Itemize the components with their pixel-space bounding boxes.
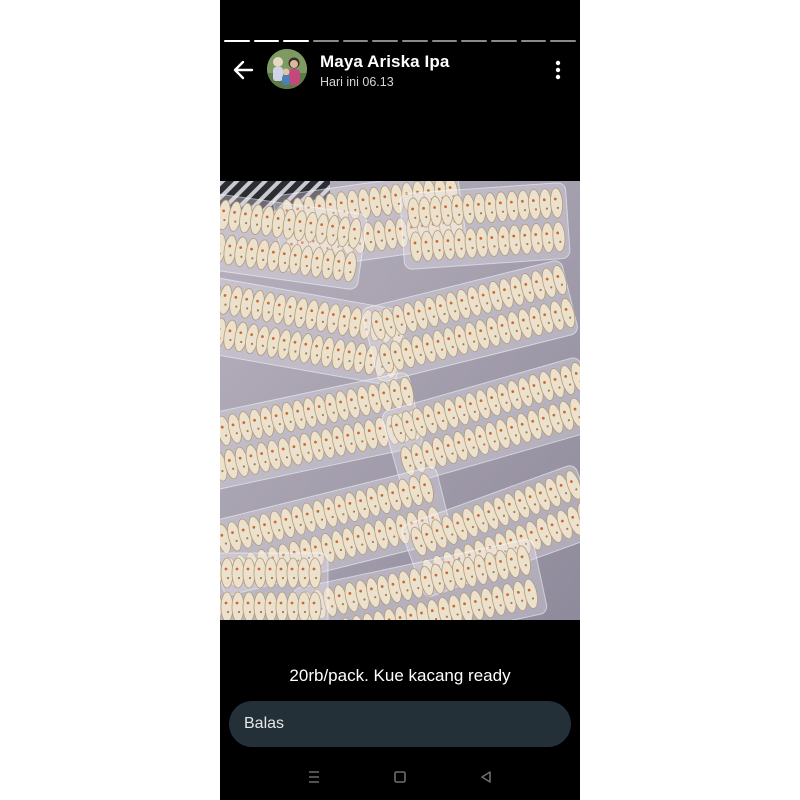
contact-avatar[interactable] (267, 49, 307, 89)
progress-segment (550, 40, 577, 42)
more-vertical-icon (555, 60, 561, 80)
progress-segment (253, 40, 280, 42)
square-icon (394, 771, 406, 783)
progress-segment (313, 40, 339, 42)
progress-segment (372, 40, 399, 42)
progress-segment (402, 40, 428, 42)
home-button[interactable] (390, 768, 410, 786)
progress-segment (461, 40, 488, 42)
contact-name[interactable]: Maya Ariska Ipa (320, 52, 449, 72)
status-caption: 20rb/pack. Kue kacang ready (289, 666, 511, 685)
progress-segment (224, 40, 250, 42)
progress-segment (520, 40, 547, 42)
nav-back-button[interactable] (476, 768, 496, 786)
progress-segment (431, 40, 458, 42)
status-photo (220, 181, 580, 620)
arrow-left-icon (233, 60, 254, 80)
status-header: Maya Ariska Ipa Hari ini 06.13 (220, 48, 580, 94)
status-viewer-screen: Maya Ariska Ipa Hari ini 06.13 20rb/pack… (220, 0, 580, 800)
recents-button[interactable] (304, 768, 324, 786)
reply-placeholder: Balas (244, 715, 285, 732)
progress-segment (283, 40, 310, 42)
progress-segment (491, 40, 517, 42)
system-nav-bar (220, 760, 580, 796)
back-button[interactable] (230, 56, 258, 84)
progress-segment (342, 40, 369, 42)
more-options-button[interactable] (550, 58, 566, 82)
status-timestamp: Hari ini 06.13 (320, 75, 394, 89)
story-progress-bar (224, 40, 577, 43)
triangle-back-icon (481, 771, 491, 783)
reply-input[interactable]: Balas (229, 701, 571, 747)
menu-lines-icon (309, 771, 319, 783)
